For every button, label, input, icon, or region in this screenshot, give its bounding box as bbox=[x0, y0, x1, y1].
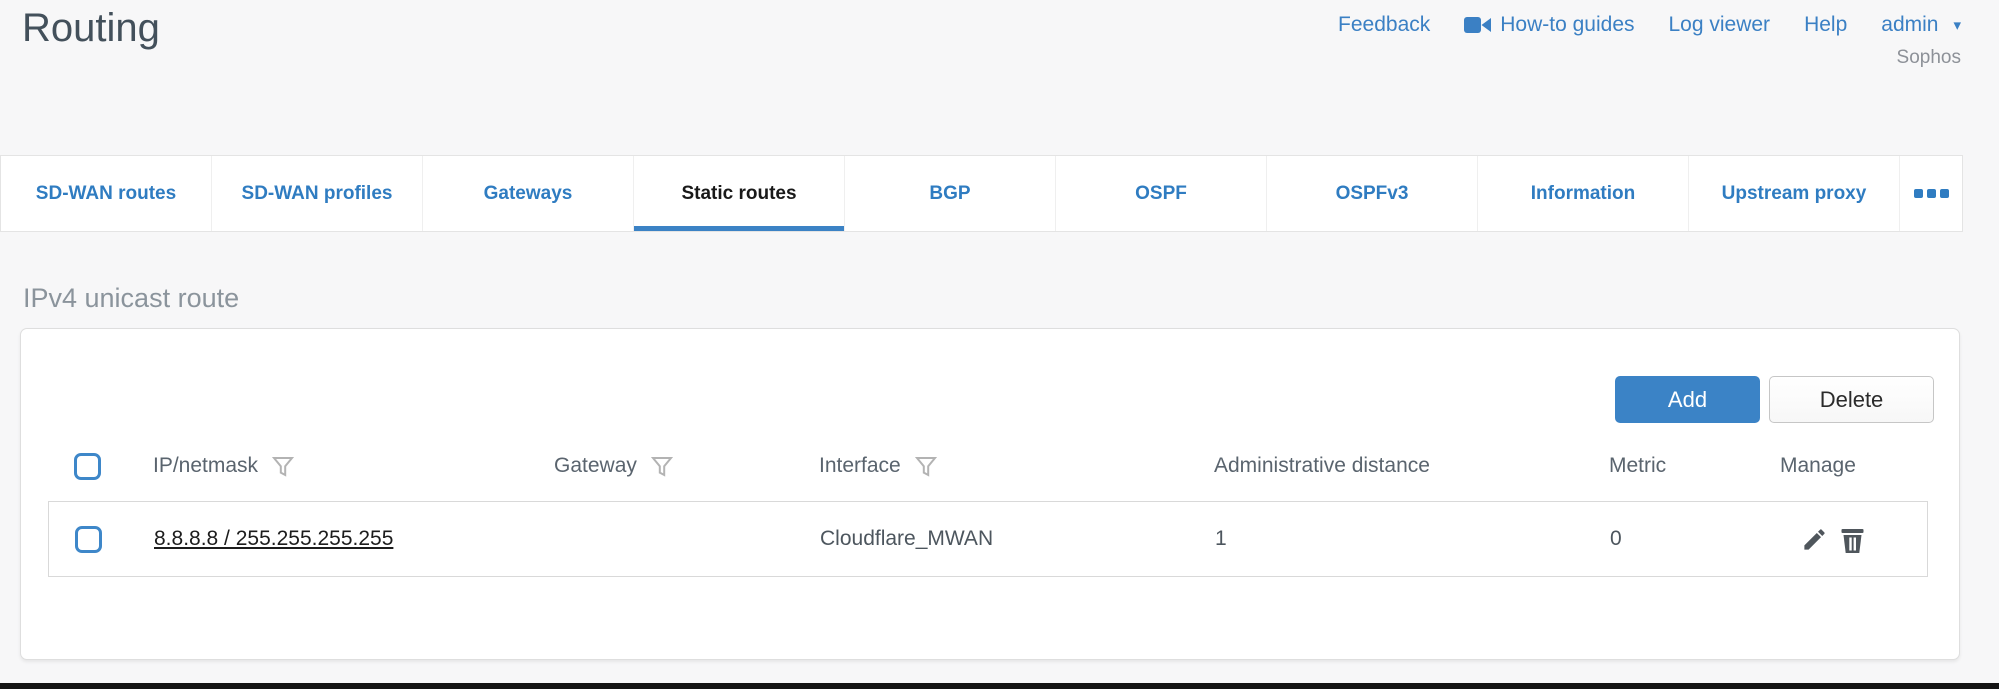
window-bottom-edge bbox=[0, 683, 1999, 689]
column-header-metric: Metric bbox=[1609, 454, 1666, 478]
brand-label: Sophos bbox=[1897, 47, 1961, 69]
user-menu[interactable]: admin ▾ bbox=[1881, 13, 1961, 37]
filter-funnel-icon[interactable] bbox=[915, 456, 937, 477]
delete-trash-icon[interactable] bbox=[1840, 526, 1865, 553]
manage-actions bbox=[1801, 526, 1865, 553]
tab-information[interactable]: Information bbox=[1478, 156, 1689, 231]
feedback-link[interactable]: Feedback bbox=[1338, 13, 1430, 37]
delete-button[interactable]: Delete bbox=[1769, 376, 1934, 423]
column-header-ip-netmask: IP/netmask bbox=[153, 454, 258, 478]
tab-static-routes[interactable]: Static routes bbox=[634, 156, 845, 231]
column-header-interface: Interface bbox=[819, 454, 901, 478]
routes-card: Add Delete IP/netmask Gateway Interface bbox=[20, 328, 1960, 660]
section-title: IPv4 unicast route bbox=[23, 283, 239, 314]
top-navigation: Feedback How-to guides Log viewer Help a… bbox=[1338, 13, 1961, 37]
route-metric-value: 0 bbox=[1610, 527, 1622, 550]
tab-upstream-proxy[interactable]: Upstream proxy bbox=[1689, 156, 1900, 231]
column-header-administrative-distance: Administrative distance bbox=[1214, 454, 1430, 478]
route-administrative-distance-value: 1 bbox=[1215, 527, 1227, 550]
table-row: 8.8.8.8 / 255.255.255.255 Cloudflare_MWA… bbox=[48, 501, 1928, 577]
row-checkbox[interactable] bbox=[75, 526, 102, 553]
tab-ospfv3[interactable]: OSPFv3 bbox=[1267, 156, 1478, 231]
filter-funnel-icon[interactable] bbox=[651, 456, 673, 477]
tab-sd-wan-profiles[interactable]: SD-WAN profiles bbox=[212, 156, 423, 231]
filter-funnel-icon[interactable] bbox=[272, 456, 294, 477]
more-tabs-button[interactable] bbox=[1900, 156, 1962, 231]
select-all-checkbox[interactable] bbox=[74, 453, 101, 480]
ellipsis-icon bbox=[1914, 189, 1949, 198]
tab-bgp[interactable]: BGP bbox=[845, 156, 1056, 231]
table-header-row: IP/netmask Gateway Interface Administrat… bbox=[48, 441, 1928, 491]
page-header: Routing Feedback How-to guides Log viewe… bbox=[0, 0, 1999, 155]
caret-down-icon: ▾ bbox=[1953, 16, 1961, 34]
page-title: Routing bbox=[22, 6, 160, 51]
tab-gateways[interactable]: Gateways bbox=[423, 156, 634, 231]
howto-guides-link[interactable]: How-to guides bbox=[1464, 13, 1634, 37]
tab-bar: SD-WAN routes SD-WAN profiles Gateways S… bbox=[0, 155, 1963, 232]
route-ip-netmask-link[interactable]: 8.8.8.8 / 255.255.255.255 bbox=[154, 527, 393, 550]
tab-ospf[interactable]: OSPF bbox=[1056, 156, 1267, 231]
add-button[interactable]: Add bbox=[1615, 376, 1760, 423]
column-header-manage: Manage bbox=[1780, 454, 1856, 478]
log-viewer-link[interactable]: Log viewer bbox=[1669, 13, 1771, 37]
help-link[interactable]: Help bbox=[1804, 13, 1847, 37]
table-toolbar: Add Delete bbox=[1615, 376, 1934, 423]
column-header-gateway: Gateway bbox=[554, 454, 637, 478]
edit-pencil-icon[interactable] bbox=[1801, 526, 1828, 553]
route-interface-value: Cloudflare_MWAN bbox=[820, 527, 993, 550]
video-camera-icon bbox=[1464, 16, 1491, 34]
routes-table: IP/netmask Gateway Interface Administrat… bbox=[48, 441, 1928, 577]
tab-sd-wan-routes[interactable]: SD-WAN routes bbox=[1, 156, 212, 231]
